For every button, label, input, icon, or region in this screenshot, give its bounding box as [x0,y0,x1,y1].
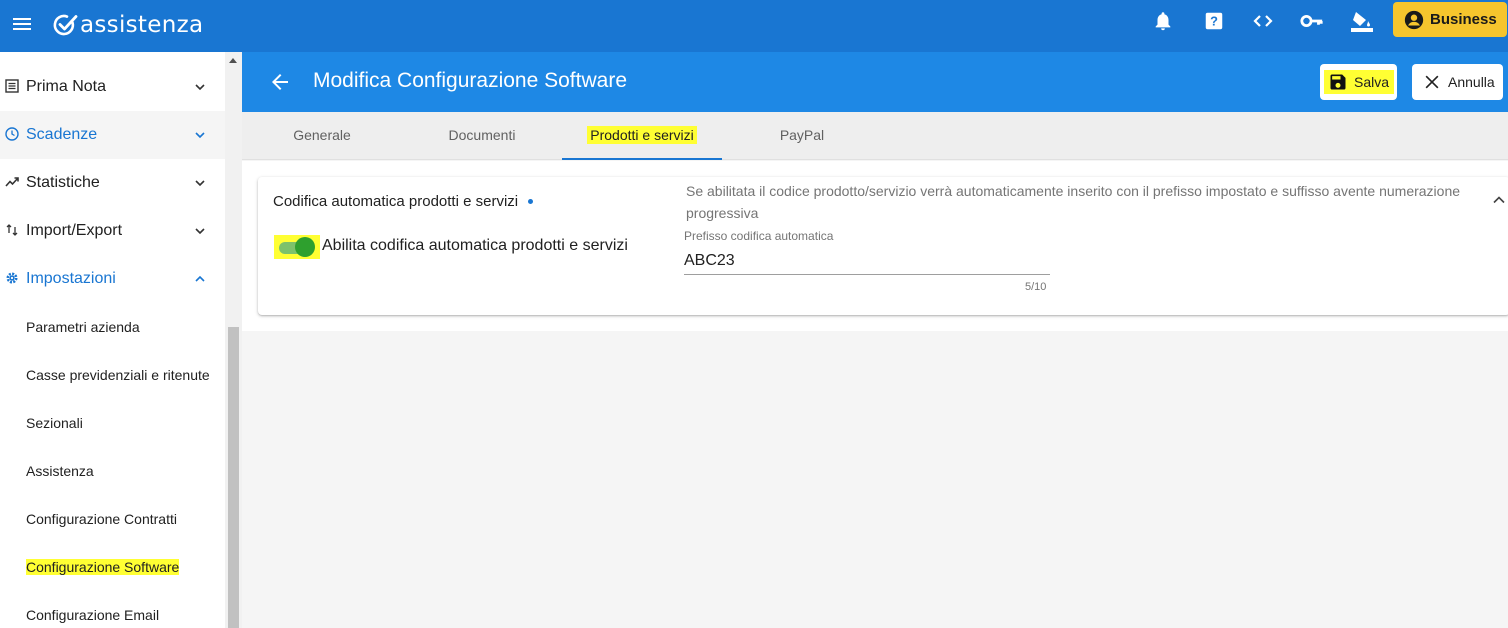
trending-up-icon [5,177,19,187]
prefix-field-label: Prefisso codifica automatica [684,229,834,243]
back-arrow-icon[interactable] [268,70,292,94]
tab-bar: Generale Documenti Prodotti e servizi Pa… [242,112,1508,160]
sidebar-item-import-export[interactable]: Import/Export [0,207,225,255]
tab-label: Documenti [448,127,516,143]
sidebar-subitem-label: Assistenza [26,463,94,479]
main-content: Codifica automatica prodotti e servizi A… [242,161,1508,331]
sidebar-item-label: Statistiche [26,174,100,191]
sidebar-item-scadenze[interactable]: Scadenze [0,111,225,159]
sidebar-subitem-label: Configurazione Contratti [26,511,177,527]
sidebar-subitem-label: Casse previdenziali e ritenute [26,367,210,383]
cancel-button-label: Annulla [1448,74,1495,90]
ledger-icon [5,79,19,93]
gear-icon [6,272,18,284]
floppy-disk-icon [1330,74,1346,90]
top-app-bar: assistenza ? Business [0,0,1508,52]
sidebar-subitem-configurazione-contratti[interactable]: Configurazione Contratti [0,495,225,543]
tab-label: Generale [293,127,351,143]
settings-card: Codifica automatica prodotti e servizi A… [258,177,1508,315]
section-title: Codifica automatica prodotti e servizi [273,193,519,210]
logo-check-icon [53,14,78,36]
toggle-label: Abilita codifica automatica prodotti e s… [322,237,628,254]
save-button[interactable]: Salva [1320,64,1397,100]
auto-code-toggle[interactable] [274,235,320,259]
chevron-up-icon[interactable] [1492,195,1506,205]
sidebar-item-label: Import/Export [26,222,123,239]
sidebar-subitem-casse-previdenziali[interactable]: Casse previdenziali e ritenute [0,351,225,399]
sidebar-item-prima-nota[interactable]: Prima Nota [0,63,225,111]
status-dot [528,199,533,204]
chevron-down-icon [195,84,205,91]
chevron-down-icon [195,180,205,187]
menu-icon[interactable] [10,12,34,36]
char-counter: 5/10 [1025,281,1047,293]
sidebar-subitem-label: Parametri azienda [26,319,140,335]
page-title: Modifica Configurazione Software [313,69,627,92]
tab-label: PayPal [779,127,825,143]
sidebar-subitem-parametri-azienda[interactable]: Parametri azienda [0,303,225,351]
prefix-input[interactable] [684,247,1050,275]
key-icon[interactable] [1300,9,1324,33]
toggle-knob [295,237,315,257]
scrollbar-thumb[interactable] [228,327,239,628]
sidebar-subitem-sezionali[interactable]: Sezionali [0,399,225,447]
chevron-down-icon [195,228,205,235]
sidebar-subitem-assistenza[interactable]: Assistenza [0,447,225,495]
clock-icon [5,127,19,141]
sidebar-item-statistiche[interactable]: Statistiche [0,159,225,207]
save-button-label: Salva [1354,74,1390,90]
sidebar-subitem-configurazione-email[interactable]: Configurazione Email [0,591,225,628]
section-hint: Se abilitata il codice prodotto/servizio… [686,183,1461,221]
chevron-down-icon [195,132,205,139]
app-logo[interactable]: assistenza [52,10,203,40]
tab-label: Prodotti e servizi [587,126,697,144]
sidebar-subitem-label: Sezionali [26,415,83,431]
account-circle-icon [1404,10,1424,29]
svg-text:?: ? [1210,14,1218,29]
paint-bucket-icon[interactable] [1350,9,1374,33]
app-name: assistenza [80,12,204,38]
tab-generale[interactable]: Generale [242,112,402,160]
sidebar-item-label: Impostazioni [26,270,116,287]
sidebar-item-label: Prima Nota [26,78,107,95]
save-button-content: Salva [1324,70,1395,94]
tab-paypal[interactable]: PayPal [722,112,882,160]
sidebar-item-impostazioni[interactable]: Impostazioni [0,255,225,303]
import-export-icon [6,224,18,236]
chevron-up-icon [195,275,205,282]
sidebar-item-label: Scadenze [26,126,98,143]
business-label: Business [1430,11,1497,28]
tab-documenti[interactable]: Documenti [402,112,562,160]
tab-prodotti-e-servizi[interactable]: Prodotti e servizi [562,112,722,160]
cancel-button[interactable]: Annulla [1412,64,1503,100]
code-icon[interactable] [1251,9,1275,33]
sidebar-subitem-configurazione-software[interactable]: Configurazione Software [0,543,225,591]
sidebar-subitem-label: Configurazione Software [26,559,180,575]
help-icon[interactable]: ? [1202,9,1226,33]
page-header: Modifica Configurazione Software Salva A… [242,52,1508,112]
scroll-up-arrow-icon[interactable] [229,58,237,63]
sidebar: Prima Nota Scadenze Statistiche Import/E… [0,52,225,628]
business-button[interactable]: Business [1393,2,1507,37]
close-icon [1425,75,1439,89]
bell-icon[interactable] [1151,9,1175,33]
sidebar-scrollbar[interactable] [225,52,242,628]
sidebar-subitem-label: Configurazione Email [26,607,160,623]
